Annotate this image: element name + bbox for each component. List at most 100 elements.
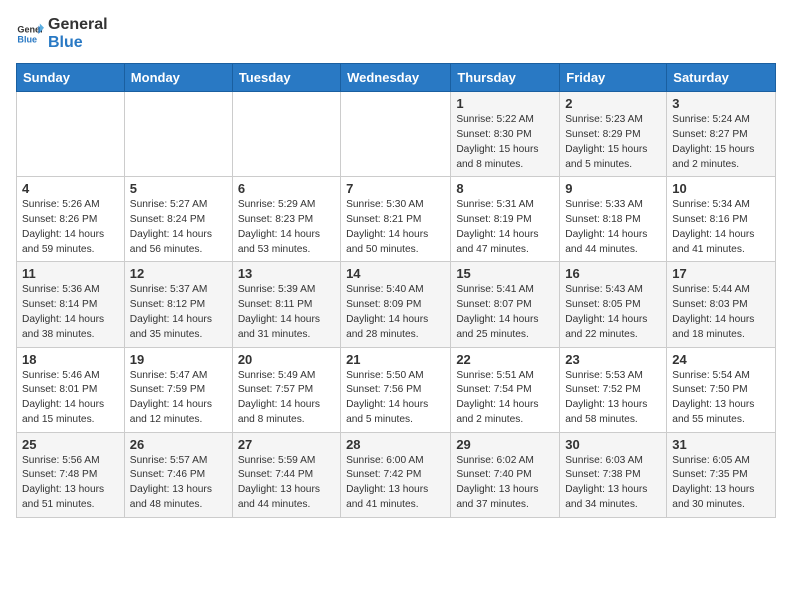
day-info: Sunrise: 5:34 AM Sunset: 8:16 PM Dayligh… [672,198,770,257]
day-info: Sunrise: 5:22 AM Sunset: 8:30 PM Dayligh… [456,113,554,172]
day-number: 8 [456,181,554,196]
day-number: 23 [565,352,661,367]
day-info: Sunrise: 5:30 AM Sunset: 8:21 PM Dayligh… [346,198,445,257]
day-number: 3 [672,96,770,111]
day-number: 31 [672,437,770,452]
day-number: 5 [130,181,227,196]
calendar-cell: 22 Sunrise: 5:51 AM Sunset: 7:54 PM Dayli… [451,347,560,432]
calendar-week-3: 11 Sunrise: 5:36 AM Sunset: 8:14 PM Dayli… [17,262,776,347]
calendar-cell: 27 Sunrise: 5:59 AM Sunset: 7:44 PM Dayli… [232,432,340,517]
calendar-cell: 29 Sunrise: 6:02 AM Sunset: 7:40 PM Dayli… [451,432,560,517]
calendar-cell: 28 Sunrise: 6:00 AM Sunset: 7:42 PM Dayli… [341,432,451,517]
day-number: 28 [346,437,445,452]
day-info: Sunrise: 5:24 AM Sunset: 8:27 PM Dayligh… [672,113,770,172]
calendar-cell: 5 Sunrise: 5:27 AM Sunset: 8:24 PM Daylig… [124,177,232,262]
page-header: General Blue General Blue [16,16,776,51]
calendar-cell: 19 Sunrise: 5:47 AM Sunset: 7:59 PM Dayli… [124,347,232,432]
weekday-header-tuesday: Tuesday [232,64,340,92]
day-info: Sunrise: 5:54 AM Sunset: 7:50 PM Dayligh… [672,369,770,428]
calendar-cell: 4Sunrise: 5:26 AM Sunset: 8:26 PM Daylig… [17,177,125,262]
calendar-cell [341,92,451,177]
weekday-row: SundayMondayTuesdayWednesdayThursdayFrid… [17,64,776,92]
calendar-week-5: 25 Sunrise: 5:56 AM Sunset: 7:48 PM Dayli… [17,432,776,517]
day-info: Sunrise: 5:57 AM Sunset: 7:46 PM Dayligh… [130,454,227,513]
day-number: 15 [456,266,554,281]
calendar-cell: 7 Sunrise: 5:30 AM Sunset: 8:21 PM Daylig… [341,177,451,262]
calendar-cell: 16Sunrise: 5:43 AM Sunset: 8:05 PM Dayli… [560,262,667,347]
calendar-week-4: 18Sunrise: 5:46 AM Sunset: 8:01 PM Dayli… [17,347,776,432]
day-info: Sunrise: 5:27 AM Sunset: 8:24 PM Dayligh… [130,198,227,257]
calendar-cell: 24 Sunrise: 5:54 AM Sunset: 7:50 PM Dayli… [667,347,776,432]
day-info: Sunrise: 6:00 AM Sunset: 7:42 PM Dayligh… [346,454,445,513]
day-info: Sunrise: 6:02 AM Sunset: 7:40 PM Dayligh… [456,454,554,513]
day-info: Sunrise: 5:53 AM Sunset: 7:52 PM Dayligh… [565,369,661,428]
calendar-cell: 1 Sunrise: 5:22 AM Sunset: 8:30 PM Daylig… [451,92,560,177]
calendar-cell: 25 Sunrise: 5:56 AM Sunset: 7:48 PM Dayli… [17,432,125,517]
day-number: 1 [456,96,554,111]
day-number: 12 [130,266,227,281]
calendar-cell [124,92,232,177]
day-info: Sunrise: 5:44 AM Sunset: 8:03 PM Dayligh… [672,283,770,342]
day-info: Sunrise: 5:41 AM Sunset: 8:07 PM Dayligh… [456,283,554,342]
day-info: Sunrise: 5:36 AM Sunset: 8:14 PM Dayligh… [22,283,119,342]
calendar-cell: 15 Sunrise: 5:41 AM Sunset: 8:07 PM Dayli… [451,262,560,347]
calendar-cell: 9 Sunrise: 5:33 AM Sunset: 8:18 PM Daylig… [560,177,667,262]
calendar-cell: 31Sunrise: 6:05 AM Sunset: 7:35 PM Dayli… [667,432,776,517]
weekday-header-monday: Monday [124,64,232,92]
calendar-cell: 17 Sunrise: 5:44 AM Sunset: 8:03 PM Dayli… [667,262,776,347]
calendar-body: 1 Sunrise: 5:22 AM Sunset: 8:30 PM Daylig… [17,92,776,518]
day-info: Sunrise: 5:37 AM Sunset: 8:12 PM Dayligh… [130,283,227,342]
day-number: 21 [346,352,445,367]
weekday-header-thursday: Thursday [451,64,560,92]
day-number: 17 [672,266,770,281]
day-info: Sunrise: 5:29 AM Sunset: 8:23 PM Dayligh… [238,198,335,257]
calendar-cell: 23 Sunrise: 5:53 AM Sunset: 7:52 PM Dayli… [560,347,667,432]
calendar-cell: 18Sunrise: 5:46 AM Sunset: 8:01 PM Dayli… [17,347,125,432]
day-number: 6 [238,181,335,196]
weekday-header-sunday: Sunday [17,64,125,92]
day-number: 27 [238,437,335,452]
day-info: Sunrise: 5:49 AM Sunset: 7:57 PM Dayligh… [238,369,335,428]
logo: General Blue General Blue [16,16,108,51]
day-number: 29 [456,437,554,452]
weekday-header-friday: Friday [560,64,667,92]
calendar-cell: 30Sunrise: 6:03 AM Sunset: 7:38 PM Dayli… [560,432,667,517]
calendar-cell: 10Sunrise: 5:34 AM Sunset: 8:16 PM Dayli… [667,177,776,262]
calendar-cell: 13Sunrise: 5:39 AM Sunset: 8:11 PM Dayli… [232,262,340,347]
day-number: 16 [565,266,661,281]
calendar-cell: 3 Sunrise: 5:24 AM Sunset: 8:27 PM Daylig… [667,92,776,177]
day-info: Sunrise: 5:33 AM Sunset: 8:18 PM Dayligh… [565,198,661,257]
calendar-table: SundayMondayTuesdayWednesdayThursdayFrid… [16,63,776,518]
calendar-cell: 12 Sunrise: 5:37 AM Sunset: 8:12 PM Dayli… [124,262,232,347]
calendar-cell: 8Sunrise: 5:31 AM Sunset: 8:19 PM Daylig… [451,177,560,262]
calendar-cell: 2Sunrise: 5:23 AM Sunset: 8:29 PM Daylig… [560,92,667,177]
day-number: 25 [22,437,119,452]
day-number: 19 [130,352,227,367]
day-number: 20 [238,352,335,367]
day-number: 11 [22,266,119,281]
day-number: 7 [346,181,445,196]
day-number: 9 [565,181,661,196]
weekday-header-saturday: Saturday [667,64,776,92]
calendar-cell: 21Sunrise: 5:50 AM Sunset: 7:56 PM Dayli… [341,347,451,432]
day-info: Sunrise: 5:59 AM Sunset: 7:44 PM Dayligh… [238,454,335,513]
calendar-header: SundayMondayTuesdayWednesdayThursdayFrid… [17,64,776,92]
day-number: 18 [22,352,119,367]
day-info: Sunrise: 5:51 AM Sunset: 7:54 PM Dayligh… [456,369,554,428]
day-number: 26 [130,437,227,452]
day-info: Sunrise: 5:47 AM Sunset: 7:59 PM Dayligh… [130,369,227,428]
calendar-cell: 14Sunrise: 5:40 AM Sunset: 8:09 PM Dayli… [341,262,451,347]
day-number: 30 [565,437,661,452]
calendar-cell [17,92,125,177]
logo-blue: Blue [48,34,108,52]
calendar-cell [232,92,340,177]
day-info: Sunrise: 5:39 AM Sunset: 8:11 PM Dayligh… [238,283,335,342]
calendar-week-2: 4Sunrise: 5:26 AM Sunset: 8:26 PM Daylig… [17,177,776,262]
day-info: Sunrise: 5:56 AM Sunset: 7:48 PM Dayligh… [22,454,119,513]
logo-icon: General Blue [16,20,44,48]
day-number: 22 [456,352,554,367]
day-number: 24 [672,352,770,367]
calendar-cell: 11 Sunrise: 5:36 AM Sunset: 8:14 PM Dayli… [17,262,125,347]
day-info: Sunrise: 5:23 AM Sunset: 8:29 PM Dayligh… [565,113,661,172]
svg-text:Blue: Blue [17,34,37,44]
